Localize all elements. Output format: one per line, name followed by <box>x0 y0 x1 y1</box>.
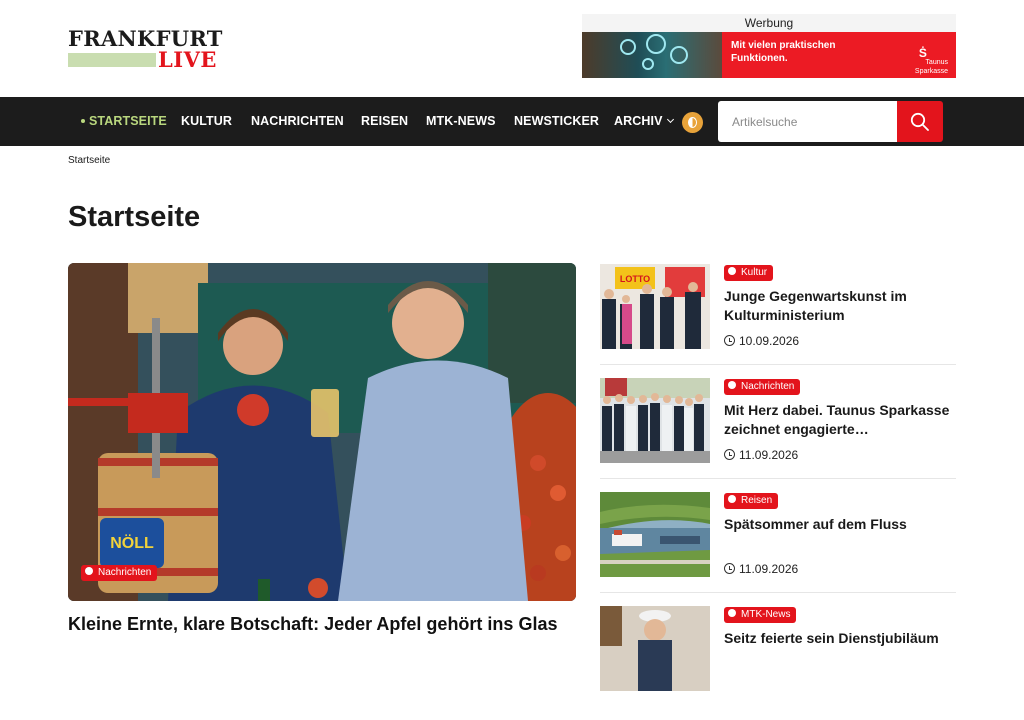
theme-toggle-icon[interactable] <box>682 112 703 133</box>
article-date: 10.09.2026 <box>724 334 799 348</box>
page-title: Startseite <box>68 201 201 233</box>
list-item[interactable]: Reisen Spätsommer auf dem Fluss 11.09.20… <box>600 492 956 606</box>
divider <box>600 364 956 365</box>
article-thumbnail[interactable] <box>600 606 710 691</box>
ad-label: Werbung <box>582 14 956 32</box>
ad-red-panel: Mit vielen praktischen Funktionen. Ṡ Tau… <box>722 32 956 78</box>
logo-green-bar <box>68 53 156 67</box>
article-title[interactable]: Junge Gegenwartskunst im Kulturministeri… <box>724 287 956 325</box>
active-dot-icon <box>81 118 85 123</box>
dot-icon <box>728 495 736 504</box>
article-title[interactable]: Mit Herz dabei. Taunus Sparkasse zeichne… <box>724 401 956 439</box>
article-date: 11.09.2026 <box>724 448 798 462</box>
site-header: FRANKFURT LIVE Werbung Mit vielen prakti… <box>0 0 1024 97</box>
article-thumbnail[interactable] <box>600 492 710 577</box>
divider <box>600 592 956 593</box>
article-date: 11.09.2026 <box>724 562 798 576</box>
category-badge[interactable]: Nachrichten <box>724 379 801 395</box>
list-item[interactable]: LOTTO Kultur Junge Gegenwartskunst im Ku… <box>600 264 956 378</box>
nav-item-archiv[interactable]: ARCHIV <box>614 97 674 146</box>
list-item[interactable]: Nachrichten Mit Herz dabei. Taunus Spark… <box>600 378 956 492</box>
dot-icon <box>728 267 736 276</box>
search-input[interactable] <box>718 101 898 142</box>
breadcrumb[interactable]: Startseite <box>68 155 110 166</box>
hero-category-badge[interactable]: Nachrichten <box>81 565 158 581</box>
dot-icon <box>728 609 736 618</box>
logo-text-live: LIVE <box>158 47 217 72</box>
list-item[interactable]: MTK-News Seitz feierte sein Dienstjubilä… <box>600 606 956 720</box>
article-title[interactable]: Seitz feierte sein Dienstjubiläum <box>724 629 956 648</box>
search-icon <box>910 112 929 131</box>
nav-item-newsticker[interactable]: NEWSTICKER <box>514 97 599 146</box>
article-thumbnail[interactable] <box>600 378 710 463</box>
nav-item-reisen[interactable]: REISEN <box>361 97 408 146</box>
svg-text:LOTTO: LOTTO <box>620 274 650 284</box>
ad-banner[interactable]: Mit vielen praktischen Funktionen. Ṡ Tau… <box>582 32 956 78</box>
category-badge[interactable]: Reisen <box>724 493 779 509</box>
article-thumbnail[interactable]: LOTTO <box>600 264 710 349</box>
category-badge[interactable]: MTK-News <box>724 607 797 623</box>
ad-text: Mit vielen praktischen Funktionen. <box>731 40 836 64</box>
logo-text-frankfurt: FRANKFURT <box>68 26 223 51</box>
hero-headline[interactable]: Kleine Ernte, klare Botschaft: Jeder Apf… <box>68 614 557 635</box>
nav-item-mtk-news[interactable]: MTK-NEWS <box>426 97 496 146</box>
hero-image[interactable]: NÖLL <box>68 263 576 601</box>
divider <box>600 478 956 479</box>
svg-text:NÖLL: NÖLL <box>110 533 154 552</box>
nav-item-startseite[interactable]: STARTSEITE <box>81 97 167 146</box>
hero-photo: NÖLL <box>68 263 576 601</box>
clock-icon <box>724 335 735 347</box>
article-title[interactable]: Spätsommer auf dem Fluss <box>724 515 956 534</box>
chevron-down-icon <box>666 115 674 124</box>
sparkasse-s-icon: Ṡ <box>918 46 927 60</box>
dot-icon <box>85 567 93 576</box>
nav-item-kultur[interactable]: KULTUR <box>181 97 232 146</box>
ad-image <box>582 32 722 78</box>
clock-icon <box>724 449 735 461</box>
nav-item-nachrichten[interactable]: NACHRICHTEN <box>251 97 344 146</box>
ad-banner-block: Werbung Mit vielen praktischen Funktione… <box>582 14 956 78</box>
sparkasse-logo: Ṡ Taunus Sparkasse <box>914 46 948 75</box>
category-badge[interactable]: Kultur <box>724 265 774 281</box>
clock-icon <box>724 563 735 575</box>
search-button[interactable] <box>897 101 943 142</box>
site-logo[interactable]: FRANKFURT LIVE <box>68 26 223 71</box>
dot-icon <box>728 381 736 390</box>
